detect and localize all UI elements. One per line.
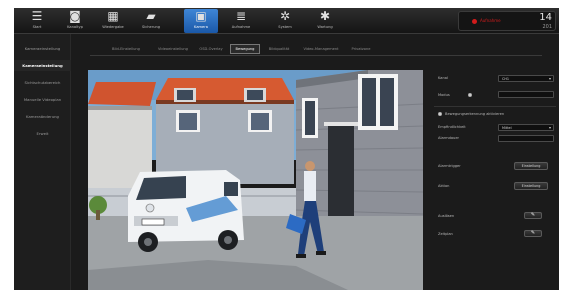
toolbar-label: Wiedergabe xyxy=(102,25,124,29)
chevron-down-icon: ▾ xyxy=(548,76,551,81)
tab-motion[interactable]: Bewegung xyxy=(230,44,260,54)
sidebar-item[interactable]: Kameraänderung xyxy=(14,111,71,122)
camera-icon: ◙ xyxy=(69,9,81,23)
record-label: Aufnahme xyxy=(480,18,501,23)
mode-radio[interactable] xyxy=(468,93,472,97)
sidebar-item[interactable]: Erweit xyxy=(14,128,71,139)
alarm-trigger-label: Alarmtrigger xyxy=(438,164,461,168)
edit-icon: ✎ xyxy=(530,212,536,218)
gear-icon: ✲ xyxy=(279,9,291,23)
hdd-icon: ≣ xyxy=(235,9,247,23)
chevron-down-icon: ▾ xyxy=(548,125,551,130)
clock-time: 14 xyxy=(539,12,552,23)
sensitivity-select[interactable]: Mittel ▾ xyxy=(498,124,554,131)
toolbar-label: Kanaltyp xyxy=(67,25,83,29)
menu-icon: ☰ xyxy=(31,9,43,23)
toolbar-camera-button[interactable]: ▣ Kamera xyxy=(184,9,218,33)
action-button[interactable]: Einstellung xyxy=(514,182,548,190)
enable-motion-label: Bewegungserkennung aktivieren xyxy=(445,112,505,116)
sensitivity-value: Mittel xyxy=(502,126,512,130)
toolbar-label: System xyxy=(278,25,292,29)
sidebar-item[interactable]: Manuelle Videoplan xyxy=(14,94,71,105)
alarm-trigger-button[interactable]: Einstellung xyxy=(514,162,548,170)
toolbar-channel-button[interactable]: ◙ Kanaltyp xyxy=(58,9,92,33)
record-dot-icon xyxy=(472,19,477,24)
toolbar-label: Aufnahme xyxy=(231,25,251,29)
toolbar-start-button[interactable]: ☰ Start xyxy=(20,9,54,33)
toolbar-maintenance-button[interactable]: ✱ Wartung xyxy=(308,9,342,33)
enable-motion-radio[interactable] xyxy=(438,112,442,116)
camera-live-image xyxy=(88,70,423,290)
toolbar-label: Kamera xyxy=(194,25,208,29)
schedule-edit-button[interactable]: ✎ xyxy=(524,230,542,237)
sidebar-item[interactable]: Kameraeinstellung xyxy=(14,43,71,54)
sensitivity-label: Empfindlichkeit xyxy=(438,125,466,129)
folder-icon: ▰ xyxy=(146,9,156,23)
trigger-label: Auslösen xyxy=(438,214,455,218)
camera-preview[interactable] xyxy=(88,70,423,290)
toolbar-label: Wartung xyxy=(317,25,333,29)
tab-quality[interactable]: Bildqualität xyxy=(262,44,296,54)
tab-image[interactable]: Bild-Einstellung xyxy=(102,44,150,54)
camera-settings-icon: ▣ xyxy=(195,9,207,23)
tab-osd[interactable]: OSD-Overlay xyxy=(196,44,226,54)
alarm-duration-field[interactable] xyxy=(498,135,554,142)
alarm-duration-label: Alarmdauer xyxy=(438,136,460,140)
tab-video[interactable]: Videoeinstellung xyxy=(152,44,194,54)
section-divider xyxy=(434,106,556,107)
toolbar-playback-button[interactable]: ▦ Wiedergabe xyxy=(96,9,130,33)
toolbar-label: Sicherung xyxy=(141,25,161,29)
channel-select[interactable]: CH1 ▾ xyxy=(498,75,554,82)
tab-privacy[interactable]: Privatzone xyxy=(346,44,376,54)
clock-date: 201 xyxy=(542,24,552,30)
channel-select-value: CH1 xyxy=(502,77,510,81)
settings-sidebar: Kameraeinstellung Kameraeinstellung Sich… xyxy=(14,34,71,290)
status-clock: Aufnahme 14 201 xyxy=(458,11,556,31)
sidebar-item[interactable]: Sichtschutzbereich xyxy=(14,77,71,88)
tab-divider xyxy=(90,55,542,56)
wrench-icon: ✱ xyxy=(319,9,331,23)
trigger-edit-button[interactable]: ✎ xyxy=(524,212,542,219)
tab-management[interactable]: Video-Management xyxy=(298,44,344,54)
film-icon: ▦ xyxy=(107,9,119,23)
dvr-window: ☰ Start ◙ Kanaltyp ▦ Wiedergabe ▰ Sicher… xyxy=(14,8,559,290)
mode-field[interactable] xyxy=(498,91,554,98)
channel-label: Kanal xyxy=(438,76,448,80)
toolbar-record-button[interactable]: ≣ Aufnahme xyxy=(224,9,258,33)
toolbar-backup-button[interactable]: ▰ Sicherung xyxy=(134,9,168,33)
toolbar-system-button[interactable]: ✲ System xyxy=(268,9,302,33)
action-label: Aktion xyxy=(438,184,450,188)
main-toolbar: ☰ Start ◙ Kanaltyp ▦ Wiedergabe ▰ Sicher… xyxy=(14,8,559,34)
motion-settings-panel: Kanal CH1 ▾ Modus Bewegungserkennung akt… xyxy=(434,70,559,290)
edit-icon: ✎ xyxy=(530,230,536,236)
sidebar-item-active[interactable]: Kameraeinstellung xyxy=(14,60,71,71)
toolbar-label: Start xyxy=(32,25,42,29)
mode-label: Modus xyxy=(438,93,450,97)
schedule-label: Zeitplan xyxy=(438,232,453,236)
